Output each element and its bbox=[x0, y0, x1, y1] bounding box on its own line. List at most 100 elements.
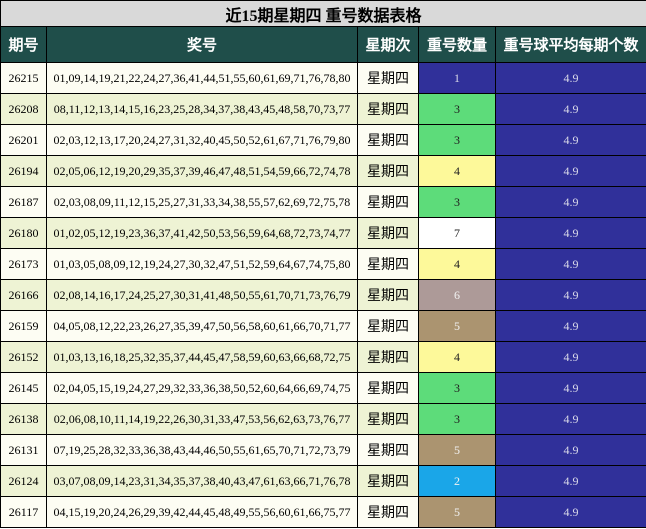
repeat-count-cell: 3 bbox=[418, 93, 496, 125]
table-title-row: 近15期星期四 重号数据表格 bbox=[0, 0, 646, 27]
average-cell: 4.9 bbox=[494, 155, 646, 187]
table-row: 26166 02,08,14,16,17,24,25,27,30,31,41,48… bbox=[0, 279, 646, 311]
weekday-cell: 星期四 bbox=[357, 403, 419, 435]
header-issue: 期号 bbox=[0, 26, 47, 63]
winning-numbers-cell: 07,19,25,28,32,33,36,38,43,44,46,50,55,6… bbox=[46, 434, 358, 466]
issue-number-cell: 26152 bbox=[0, 341, 47, 373]
average-cell: 4.9 bbox=[494, 186, 646, 218]
issue-number-cell: 26173 bbox=[0, 248, 47, 280]
issue-number-cell: 26201 bbox=[0, 124, 47, 156]
repeat-count-cell: 4 bbox=[418, 155, 496, 187]
table-header-row: 期号 奖号 星期次 重号数量 重号球平均每期个数 bbox=[0, 26, 646, 63]
winning-numbers-cell: 08,11,12,13,14,15,16,23,25,28,34,37,38,4… bbox=[46, 93, 358, 125]
repeat-number-table-container: 近15期星期四 重号数据表格 期号 奖号 星期次 重号数量 重号球平均每期个数 … bbox=[0, 0, 646, 529]
weekday-cell: 星期四 bbox=[357, 496, 419, 528]
winning-numbers-cell: 01,02,05,12,19,23,36,37,41,42,50,53,56,5… bbox=[46, 217, 358, 249]
average-cell: 4.9 bbox=[494, 403, 646, 435]
average-cell: 4.9 bbox=[494, 372, 646, 404]
winning-numbers-cell: 02,08,14,16,17,24,25,27,30,31,41,48,50,5… bbox=[46, 279, 358, 311]
repeat-count-cell: 3 bbox=[418, 186, 496, 218]
table-row: 26215 01,09,14,19,21,22,24,27,36,41,44,51… bbox=[0, 62, 646, 94]
weekday-cell: 星期四 bbox=[357, 217, 419, 249]
table-row: 26201 02,03,12,13,17,20,24,27,31,32,40,45… bbox=[0, 124, 646, 156]
weekday-cell: 星期四 bbox=[357, 93, 419, 125]
issue-number-cell: 26159 bbox=[0, 310, 47, 342]
issue-number-cell: 26194 bbox=[0, 155, 47, 187]
average-cell: 4.9 bbox=[494, 124, 646, 156]
winning-numbers-cell: 02,03,08,09,11,12,15,25,27,31,33,34,38,5… bbox=[46, 186, 358, 218]
winning-numbers-cell: 02,04,05,15,19,24,27,29,32,33,36,38,50,5… bbox=[46, 372, 358, 404]
winning-numbers-cell: 04,05,08,12,22,23,26,27,35,39,47,50,56,5… bbox=[46, 310, 358, 342]
average-cell: 4.9 bbox=[494, 434, 646, 466]
issue-number-cell: 26124 bbox=[0, 465, 47, 497]
table-row: 26117 04,15,19,20,24,26,29,39,42,44,45,48… bbox=[0, 496, 646, 528]
weekday-cell: 星期四 bbox=[357, 465, 419, 497]
weekday-cell: 星期四 bbox=[357, 124, 419, 156]
weekday-cell: 星期四 bbox=[357, 186, 419, 218]
table-row: 26180 01,02,05,12,19,23,36,37,41,42,50,53… bbox=[0, 217, 646, 249]
table-title: 近15期星期四 重号数据表格 bbox=[0, 0, 646, 27]
repeat-count-cell: 3 bbox=[418, 403, 496, 435]
issue-number-cell: 26187 bbox=[0, 186, 47, 218]
winning-numbers-cell: 01,03,05,08,09,12,19,24,27,30,32,47,51,5… bbox=[46, 248, 358, 280]
winning-numbers-cell: 02,05,06,12,19,20,29,35,37,39,46,47,48,5… bbox=[46, 155, 358, 187]
average-cell: 4.9 bbox=[494, 496, 646, 528]
table-row: 26152 01,03,13,16,18,25,32,35,37,44,45,47… bbox=[0, 341, 646, 373]
average-cell: 4.9 bbox=[494, 93, 646, 125]
header-numbers: 奖号 bbox=[46, 26, 358, 63]
weekday-cell: 星期四 bbox=[357, 279, 419, 311]
repeat-count-cell: 1 bbox=[418, 62, 496, 94]
average-cell: 4.9 bbox=[494, 310, 646, 342]
repeat-number-table: 近15期星期四 重号数据表格 期号 奖号 星期次 重号数量 重号球平均每期个数 … bbox=[0, 0, 646, 528]
winning-numbers-cell: 01,03,13,16,18,25,32,35,37,44,45,47,58,5… bbox=[46, 341, 358, 373]
issue-number-cell: 26215 bbox=[0, 62, 47, 94]
weekday-cell: 星期四 bbox=[357, 155, 419, 187]
repeat-count-cell: 4 bbox=[418, 248, 496, 280]
table-row: 26131 07,19,25,28,32,33,36,38,43,44,46,50… bbox=[0, 434, 646, 466]
header-average: 重号球平均每期个数 bbox=[494, 26, 646, 63]
winning-numbers-cell: 03,07,08,09,14,23,31,34,35,37,38,40,43,4… bbox=[46, 465, 358, 497]
header-weekday: 星期次 bbox=[357, 26, 419, 63]
repeat-count-cell: 7 bbox=[418, 217, 496, 249]
repeat-count-cell: 5 bbox=[418, 496, 496, 528]
repeat-count-cell: 5 bbox=[418, 434, 496, 466]
repeat-count-cell: 6 bbox=[418, 279, 496, 311]
table-row: 26187 02,03,08,09,11,12,15,25,27,31,33,34… bbox=[0, 186, 646, 218]
average-cell: 4.9 bbox=[494, 465, 646, 497]
issue-number-cell: 26180 bbox=[0, 217, 47, 249]
issue-number-cell: 26117 bbox=[0, 496, 47, 528]
weekday-cell: 星期四 bbox=[357, 341, 419, 373]
weekday-cell: 星期四 bbox=[357, 248, 419, 280]
repeat-count-cell: 3 bbox=[418, 372, 496, 404]
winning-numbers-cell: 02,06,08,10,11,14,19,22,26,30,31,33,47,5… bbox=[46, 403, 358, 435]
repeat-count-cell: 2 bbox=[418, 465, 496, 497]
table-body: 26215 01,09,14,19,21,22,24,27,36,41,44,51… bbox=[0, 62, 646, 528]
table-row: 26159 04,05,08,12,22,23,26,27,35,39,47,50… bbox=[0, 310, 646, 342]
winning-numbers-cell: 04,15,19,20,24,26,29,39,42,44,45,48,49,5… bbox=[46, 496, 358, 528]
average-cell: 4.9 bbox=[494, 62, 646, 94]
issue-number-cell: 26208 bbox=[0, 93, 47, 125]
issue-number-cell: 26145 bbox=[0, 372, 47, 404]
table-row: 26124 03,07,08,09,14,23,31,34,35,37,38,40… bbox=[0, 465, 646, 497]
weekday-cell: 星期四 bbox=[357, 310, 419, 342]
table-row: 26145 02,04,05,15,19,24,27,29,32,33,36,38… bbox=[0, 372, 646, 404]
weekday-cell: 星期四 bbox=[357, 434, 419, 466]
repeat-count-cell: 5 bbox=[418, 310, 496, 342]
weekday-cell: 星期四 bbox=[357, 62, 419, 94]
issue-number-cell: 26131 bbox=[0, 434, 47, 466]
table-row: 26173 01,03,05,08,09,12,19,24,27,30,32,47… bbox=[0, 248, 646, 280]
average-cell: 4.9 bbox=[494, 279, 646, 311]
table-row: 26208 08,11,12,13,14,15,16,23,25,28,34,37… bbox=[0, 93, 646, 125]
table-row: 26194 02,05,06,12,19,20,29,35,37,39,46,47… bbox=[0, 155, 646, 187]
repeat-count-cell: 3 bbox=[418, 124, 496, 156]
winning-numbers-cell: 02,03,12,13,17,20,24,27,31,32,40,45,50,5… bbox=[46, 124, 358, 156]
average-cell: 4.9 bbox=[494, 341, 646, 373]
repeat-count-cell: 4 bbox=[418, 341, 496, 373]
average-cell: 4.9 bbox=[494, 248, 646, 280]
table-row: 26138 02,06,08,10,11,14,19,22,26,30,31,33… bbox=[0, 403, 646, 435]
header-repeat-count: 重号数量 bbox=[418, 26, 496, 63]
issue-number-cell: 26166 bbox=[0, 279, 47, 311]
average-cell: 4.9 bbox=[494, 217, 646, 249]
weekday-cell: 星期四 bbox=[357, 372, 419, 404]
issue-number-cell: 26138 bbox=[0, 403, 47, 435]
